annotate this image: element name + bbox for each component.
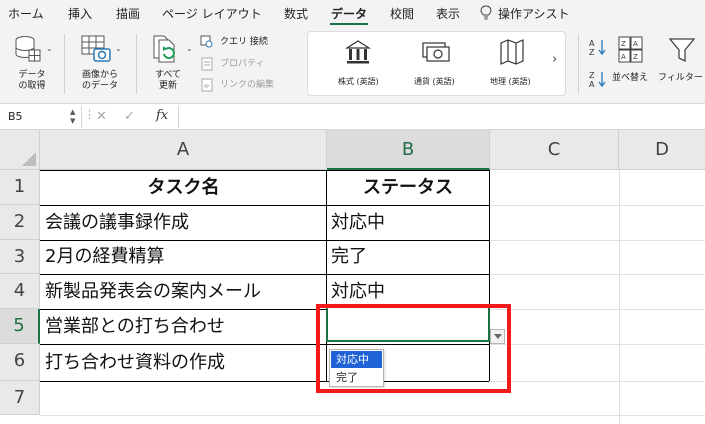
- svg-text:Z: Z: [621, 40, 626, 48]
- drag-handle-icon: ⋮: [84, 108, 95, 121]
- currencies-label: 通貨 (英語): [414, 77, 455, 86]
- svg-text:Z: Z: [589, 71, 595, 80]
- ribbon-separator: [136, 34, 137, 94]
- svg-text:Z: Z: [589, 48, 595, 56]
- gridline: [619, 170, 620, 424]
- insert-function-button[interactable]: fx: [156, 108, 168, 123]
- edit-links-icon: [201, 78, 213, 92]
- row-header-1[interactable]: 1: [0, 170, 40, 205]
- chevron-down-icon: ▼: [70, 117, 76, 125]
- ribbon-separator: [578, 34, 579, 94]
- sort-az-icon: A Z: [589, 39, 606, 56]
- dropdown-option[interactable]: 完了: [331, 369, 382, 386]
- cell-b2[interactable]: 対応中: [331, 206, 487, 240]
- chevron-down-icon: ⌄: [115, 44, 122, 53]
- cell-a6[interactable]: 打ち合わせ資料の作成: [45, 346, 325, 380]
- bank-icon: [344, 40, 372, 64]
- column-header-a[interactable]: A: [40, 130, 327, 170]
- map-icon: [500, 39, 524, 65]
- cell-b4[interactable]: 対応中: [331, 275, 487, 309]
- row-header-2[interactable]: 2: [0, 205, 40, 240]
- refresh-document-icon: [153, 35, 175, 63]
- tab-home[interactable]: ホーム: [8, 5, 44, 22]
- validation-dropdown-button[interactable]: [490, 329, 505, 344]
- cell-a2[interactable]: 会議の議事録作成: [45, 206, 325, 240]
- tab-draw[interactable]: 描画: [116, 5, 140, 22]
- column-header-c[interactable]: C: [490, 130, 619, 170]
- svg-text:A: A: [633, 40, 638, 48]
- cell-a1[interactable]: タスク名: [41, 171, 326, 205]
- sort-za-icon: Z A: [589, 71, 606, 88]
- table-border: [40, 344, 489, 345]
- properties-label: プロパティ: [220, 59, 265, 69]
- stocks-label: 株式 (英語): [338, 77, 379, 86]
- chevron-up-icon: ▲: [70, 108, 76, 116]
- tell-me-assist[interactable]: 操作アシスト: [498, 5, 570, 22]
- enter-formula-button[interactable]: ✓: [124, 109, 135, 124]
- formula-input[interactable]: [178, 106, 705, 128]
- column-header-b[interactable]: B: [327, 130, 490, 170]
- table-camera-icon: [81, 35, 111, 62]
- svg-text:A: A: [589, 80, 595, 88]
- cell-b1[interactable]: ステータス: [327, 171, 489, 205]
- name-box[interactable]: B5 ▲ ▼: [0, 106, 82, 128]
- edit-links-label: リンクの編集: [220, 80, 275, 90]
- row-header-5[interactable]: 5: [0, 309, 40, 344]
- row-header-7[interactable]: 7: [0, 381, 40, 415]
- row-header-3[interactable]: 3: [0, 240, 40, 274]
- tab-view[interactable]: 表示: [436, 5, 460, 22]
- chevron-down-icon: ⌄: [186, 44, 193, 53]
- filter-label: フィルター: [658, 73, 703, 83]
- ribbon: ⌄ データ の取得 ⌄ 画像から のデータ ⌄ すべて 更新 クエリ 接続 プロ…: [0, 26, 705, 104]
- worksheet-grid: A B C D 1 2 3 4 5 6 7 タスク名 ステータス 会議の議事録作…: [0, 130, 705, 424]
- cell-b3[interactable]: 完了: [331, 240, 487, 274]
- queries-connections-label: クエリ 接続: [220, 37, 268, 47]
- properties-icon: [201, 57, 213, 71]
- dropdown-option[interactable]: 対応中: [331, 351, 382, 368]
- svg-text:Z: Z: [633, 53, 638, 61]
- tab-insert[interactable]: 挿入: [68, 5, 92, 22]
- tab-formulas[interactable]: 数式: [284, 5, 308, 22]
- database-icon: [15, 36, 41, 62]
- name-box-value: B5: [8, 110, 23, 123]
- column-header-d[interactable]: D: [619, 130, 705, 170]
- lightbulb-icon: [480, 5, 492, 20]
- from-image-label: 画像から のデータ: [81, 70, 118, 91]
- formula-bar: B5 ▲ ▼ ⋮ ✕ ✓ fx: [0, 104, 705, 130]
- cell-a3[interactable]: 2月の経費精算: [45, 240, 325, 274]
- chevron-right-icon[interactable]: ›: [552, 52, 557, 67]
- table-border: [40, 381, 489, 382]
- filter-funnel-icon: [668, 38, 696, 63]
- row-header-4[interactable]: 4: [0, 274, 40, 309]
- get-data-label: データ の取得: [18, 70, 46, 91]
- tab-page-layout[interactable]: ページ レイアウト: [162, 5, 262, 22]
- geography-label: 地理 (英語): [490, 77, 531, 86]
- menu-tab-bar: ホーム 挿入 描画 ページ レイアウト 数式 データ 校閲 表示 操作アシスト: [0, 0, 705, 26]
- refresh-all-label: すべて 更新: [154, 70, 181, 91]
- svg-text:A: A: [589, 39, 595, 48]
- data-types-gallery: 株式 (英語) 通貨 (英語) 地理 (英語) ›: [307, 31, 566, 96]
- row-header-6[interactable]: 6: [0, 344, 40, 381]
- sort-dialog-icon: Z A A Z: [618, 36, 643, 63]
- select-all-button[interactable]: [0, 130, 40, 170]
- tab-data[interactable]: データ: [331, 5, 367, 22]
- validation-dropdown-list: 対応中 完了: [329, 349, 384, 387]
- chevron-down-icon: ⌄: [46, 44, 53, 53]
- active-tab-indicator: [330, 23, 368, 25]
- table-border: [489, 170, 490, 381]
- currency-icon: [422, 42, 450, 62]
- cell-a4[interactable]: 新製品発表会の案内メール: [45, 275, 325, 309]
- svg-text:A: A: [621, 53, 626, 61]
- queries-icon: [200, 35, 213, 48]
- active-cell-b5[interactable]: [326, 306, 490, 342]
- cancel-formula-button[interactable]: ✕: [96, 109, 107, 124]
- tab-review[interactable]: 校閲: [390, 5, 414, 22]
- ribbon-separator: [64, 34, 65, 94]
- sort-label: 並べ替え: [612, 73, 649, 83]
- cell-a5[interactable]: 営業部との打ち合わせ: [45, 310, 325, 344]
- gridline: [40, 415, 705, 416]
